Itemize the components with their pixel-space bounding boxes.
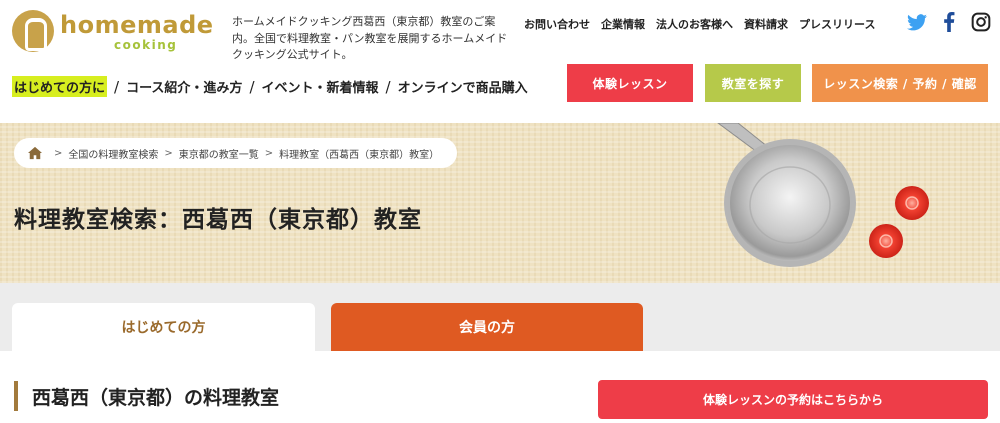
lesson-search-button[interactable]: レッスン検索 / 予約 / 確認 <box>812 64 988 102</box>
util-link-contact[interactable]: お問い合わせ <box>524 16 590 32</box>
page-title: 料理教室検索：西葛西（東京都）教室 <box>14 207 422 233</box>
instagram-icon[interactable] <box>970 11 992 33</box>
section-title: 西葛西（東京都）の料理教室 <box>14 381 279 411</box>
home-icon[interactable] <box>28 146 42 160</box>
site-description: ホームメイドクッキング西葛西（東京都）教室のご案内。全国で料理教室・パン教室を展… <box>232 15 508 61</box>
nav-separator: / <box>249 77 255 96</box>
twitter-icon[interactable] <box>906 11 928 33</box>
nav-item-courses[interactable]: コース紹介・進み方 <box>126 77 242 96</box>
breadcrumb-link-national[interactable]: 全国の料理教室検索 <box>68 146 158 161</box>
tab-first-timers[interactable]: はじめての方 <box>12 303 315 351</box>
tab-members[interactable]: 会員の方 <box>331 303 643 351</box>
nav-separator: / <box>114 77 120 96</box>
facebook-icon[interactable] <box>938 11 960 33</box>
frying-pan-illustration <box>717 123 929 267</box>
site-logo[interactable]: homemade cooking <box>12 10 222 54</box>
find-class-button[interactable]: 教室を探す <box>705 64 801 102</box>
util-link-press[interactable]: プレスリリース <box>799 16 875 32</box>
breadcrumb-separator: > <box>264 147 274 159</box>
logo-sub-text: cooking <box>114 38 178 52</box>
trial-reservation-button[interactable]: 体験レッスンの予約はこちらから <box>598 380 988 419</box>
nav-separator: / <box>385 77 391 96</box>
nav-item-events[interactable]: イベント・新着情報 <box>262 77 379 96</box>
logo-main-text: homemade <box>60 11 214 39</box>
page: homemade cooking ホームメイドクッキング西葛西（東京都）教室のご… <box>0 0 1000 423</box>
nav-item-online-shop[interactable]: オンラインで商品購入 <box>398 77 528 96</box>
util-link-corporate[interactable]: 法人のお客様へ <box>656 16 733 32</box>
social-links <box>906 11 992 33</box>
audience-tabs: はじめての方 会員の方 <box>0 283 1000 351</box>
util-link-brochure[interactable]: 資料請求 <box>744 16 788 32</box>
util-link-company[interactable]: 企業情報 <box>601 16 645 32</box>
breadcrumb-current: 料理教室（西葛西（東京都）教室） <box>279 149 440 161</box>
trial-lesson-button[interactable]: 体験レッスン <box>567 64 693 102</box>
breadcrumb-separator: > <box>54 147 63 159</box>
nav-item-beginners[interactable]: はじめての方に <box>12 76 108 97</box>
logo-emblem-icon <box>12 10 54 52</box>
utility-nav: お問い合わせ 企業情報 法人のお客様へ 資料請求 プレスリリース <box>524 16 875 32</box>
breadcrumb-link-tokyo[interactable]: 東京都の教室一覧 <box>179 146 259 161</box>
breadcrumb-separator: > <box>164 147 173 159</box>
breadcrumb: > 全国の料理教室検索 > 東京都の教室一覧 > 料理教室（西葛西（東京都）教室… <box>14 138 458 168</box>
hero-banner: > 全国の料理教室検索 > 東京都の教室一覧 > 料理教室（西葛西（東京都）教室… <box>0 123 1000 283</box>
main-nav: はじめての方に / コース紹介・進み方 / イベント・新着情報 / オンラインで… <box>12 76 528 97</box>
